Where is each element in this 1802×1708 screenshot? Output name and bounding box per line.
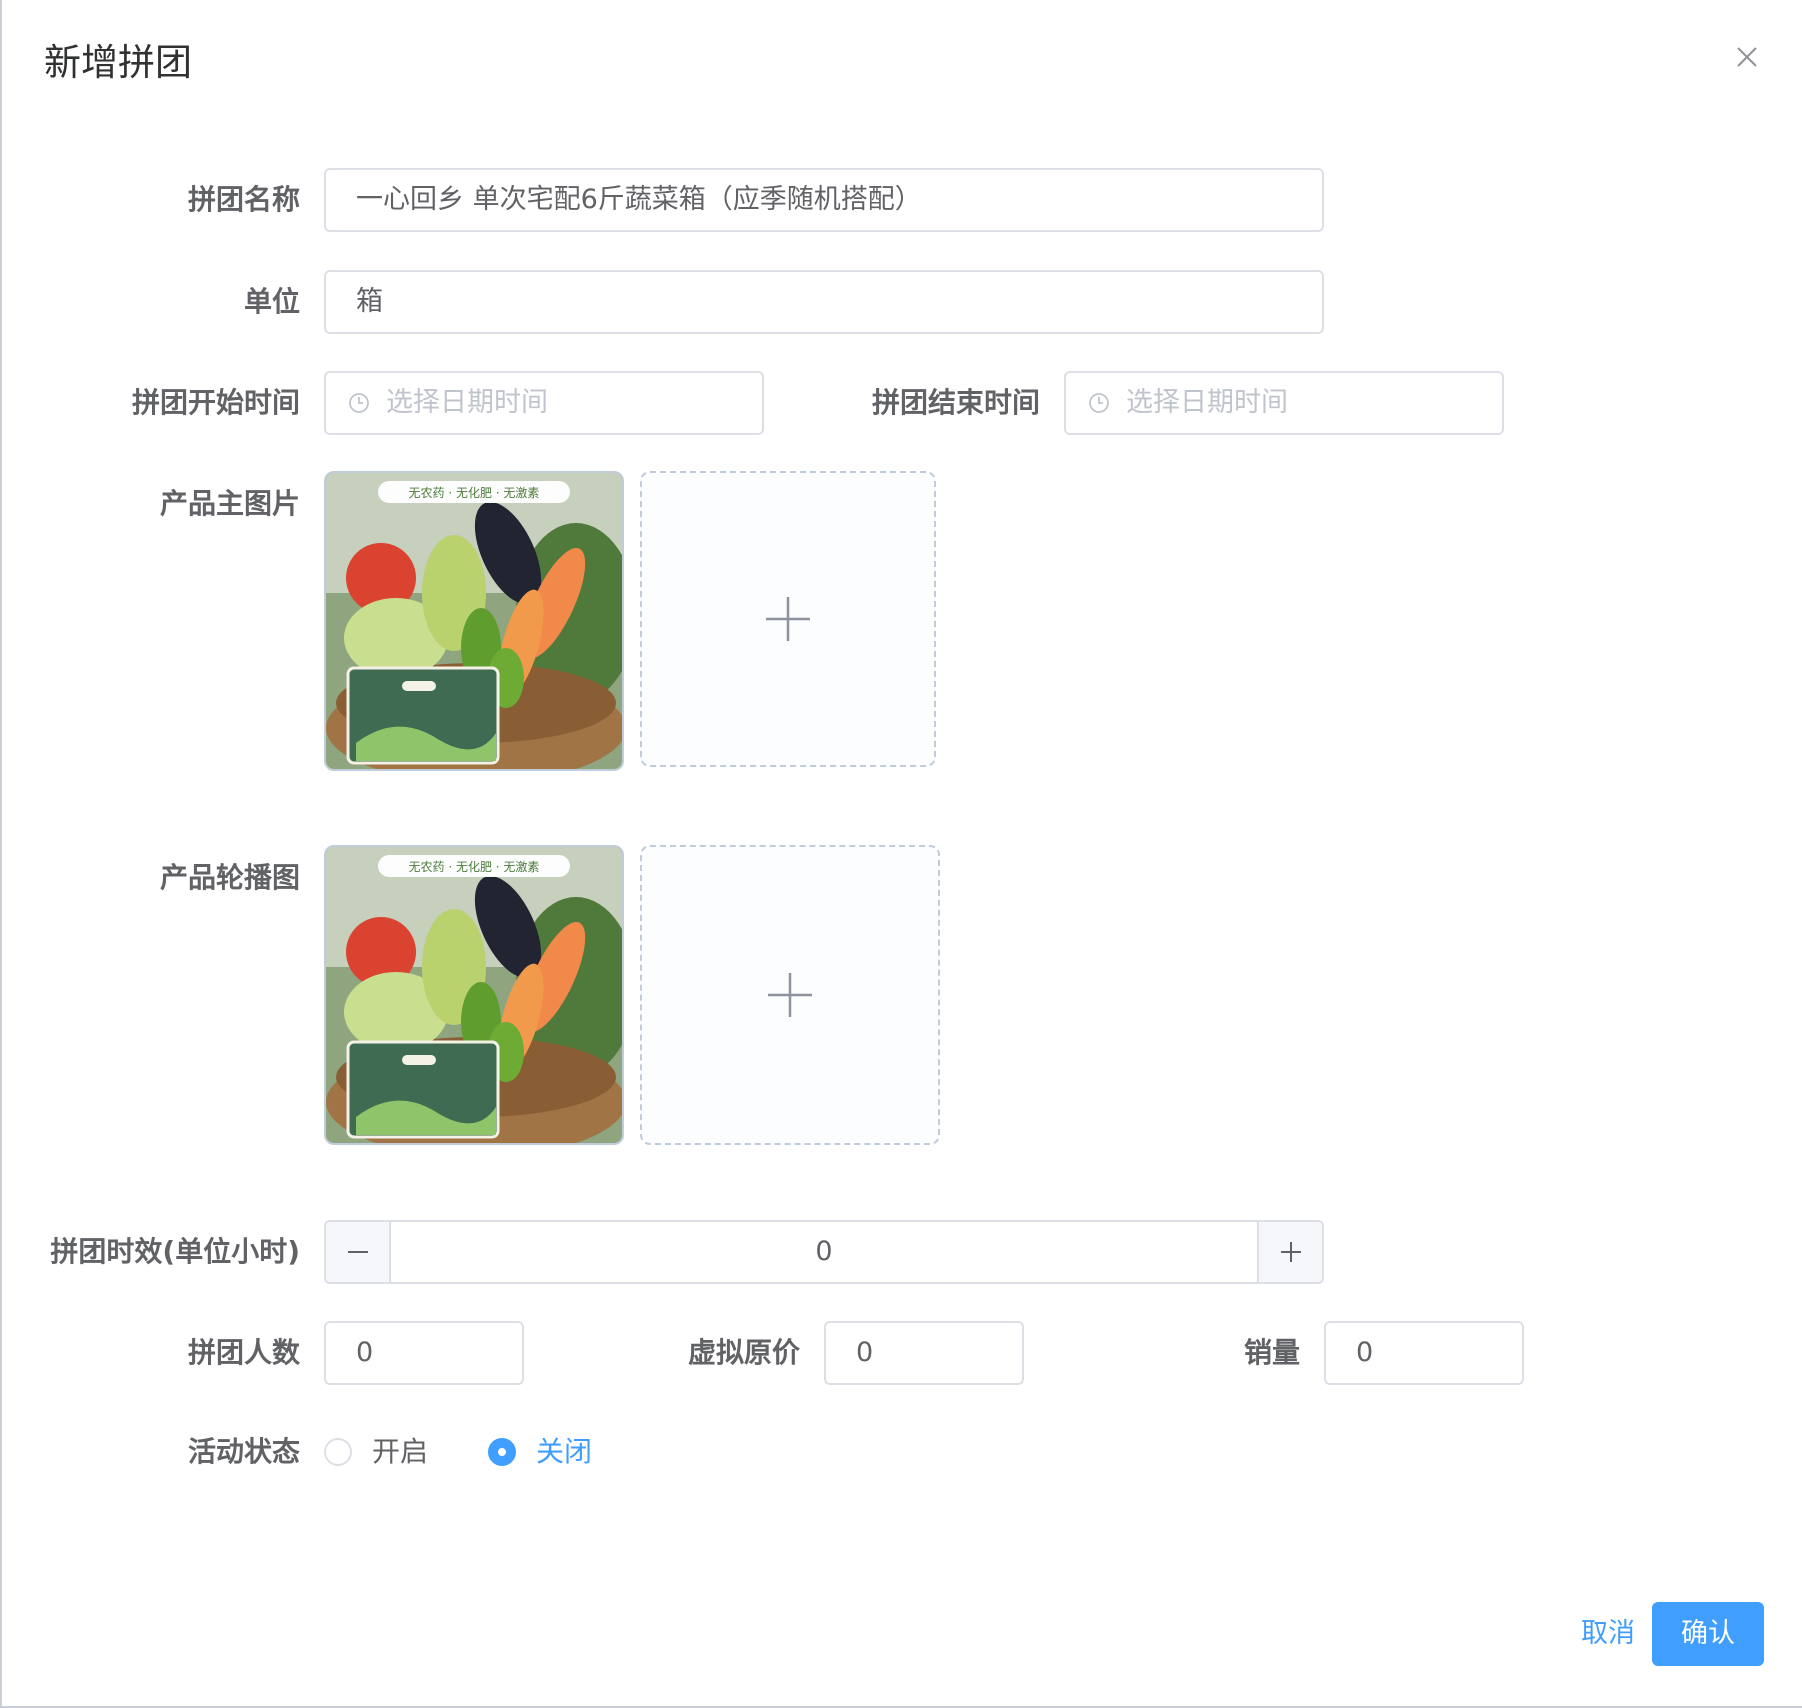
status-option-closed-label: 关闭	[536, 1435, 593, 1468]
virtual-price-label: 虚拟原价	[687, 1336, 800, 1369]
close-icon	[1737, 47, 1757, 67]
plus-icon	[1280, 1242, 1301, 1262]
radio-circle-checked	[488, 1438, 516, 1466]
minus-icon	[347, 1251, 368, 1253]
vegetable-basket-image: 无农药 · 无化肥 · 无激素	[326, 847, 622, 1143]
end-time-label: 拼团结束时间	[871, 386, 1040, 419]
status-label: 活动状态	[187, 1435, 300, 1468]
start-time-label: 拼团开始时间	[131, 386, 300, 419]
sales-label: 销量	[1243, 1336, 1300, 1369]
radio-circle-unchecked	[324, 1438, 352, 1466]
confirm-button[interactable]: 确认	[1652, 1602, 1764, 1666]
main-image-thumbnail[interactable]: 无农药 · 无化肥 · 无激素	[324, 471, 624, 771]
clock-icon	[349, 393, 369, 413]
carousel-image-banner: 无农药 · 无化肥 · 无激素	[409, 860, 540, 874]
duration-increase-button[interactable]	[1257, 1222, 1322, 1282]
close-button[interactable]	[1732, 42, 1762, 72]
carousel-label: 产品轮播图	[159, 861, 300, 894]
status-option-open-label: 开启	[372, 1435, 429, 1468]
plus-icon	[766, 597, 810, 641]
duration-input[interactable]: 0	[391, 1222, 1257, 1282]
add-group-buy-dialog: 新增拼团 拼团名称 一心回乡 单次宅配6斤蔬菜箱（应季随机搭配） 单位 箱 拼团…	[0, 0, 1802, 1708]
main-image-banner: 无农药 · 无化肥 · 无激素	[409, 486, 540, 500]
sales-input[interactable]: 0	[1324, 1321, 1524, 1385]
status-radio-closed[interactable]: 关闭	[488, 1420, 598, 1484]
unit-input[interactable]: 箱	[324, 270, 1324, 334]
clock-icon	[1089, 393, 1109, 413]
main-image-upload-button[interactable]	[640, 471, 936, 767]
main-image-label: 产品主图片	[159, 487, 300, 520]
start-time-picker[interactable]: 选择日期时间	[324, 371, 764, 435]
duration-label: 拼团时效(单位小时)	[50, 1235, 300, 1268]
vegetable-basket-image: 无农药 · 无化肥 · 无激素	[326, 473, 622, 769]
duration-decrease-button[interactable]	[326, 1222, 391, 1282]
status-radio-open[interactable]: 开启	[324, 1420, 434, 1484]
name-label: 拼团名称	[187, 183, 300, 216]
virtual-price-input[interactable]: 0	[824, 1321, 1024, 1385]
duration-stepper: 0	[324, 1220, 1324, 1284]
dialog-title: 新增拼团	[44, 41, 192, 84]
page: 新增拼团 拼团名称 一心回乡 单次宅配6斤蔬菜箱（应季随机搭配） 单位 箱 拼团…	[0, 0, 1802, 1708]
plus-icon	[768, 973, 812, 1017]
unit-label: 单位	[243, 285, 300, 318]
name-input[interactable]: 一心回乡 单次宅配6斤蔬菜箱（应季随机搭配）	[324, 168, 1324, 232]
carousel-image-thumbnail[interactable]: 无农药 · 无化肥 · 无激素	[324, 845, 624, 1145]
people-label: 拼团人数	[187, 1336, 300, 1369]
end-time-picker[interactable]: 选择日期时间	[1064, 371, 1504, 435]
start-time-placeholder: 选择日期时间	[386, 387, 548, 418]
people-input[interactable]: 0	[324, 1321, 524, 1385]
end-time-placeholder: 选择日期时间	[1126, 387, 1288, 418]
cancel-button[interactable]: 取消	[1568, 1602, 1648, 1666]
carousel-upload-button[interactable]	[640, 845, 940, 1145]
